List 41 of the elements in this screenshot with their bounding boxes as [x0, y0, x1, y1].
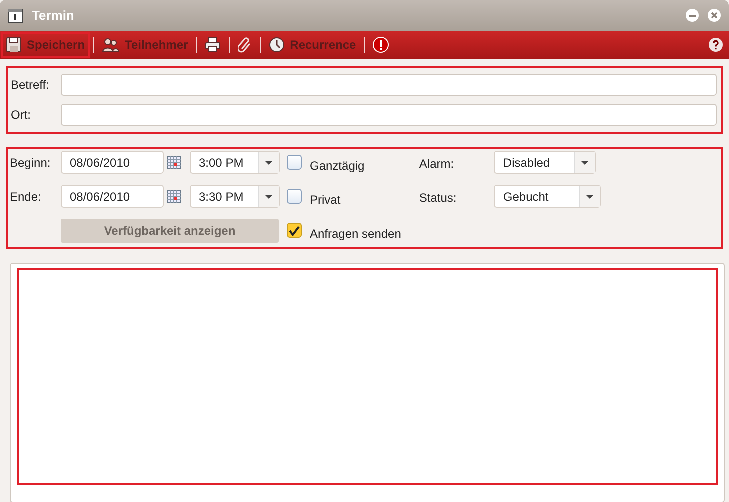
dropdown-value: Disabled [502, 154, 552, 172]
subject-field[interactable] [61, 74, 717, 96]
dropdown[interactable]: Disabled [494, 151, 596, 174]
clock-icon [269, 37, 286, 53]
field-label: Status: [419, 190, 458, 207]
location-field[interactable] [61, 104, 717, 126]
paperclip-icon [238, 37, 252, 53]
checkbox[interactable] [287, 223, 302, 238]
dropdown[interactable]: Gebucht [494, 185, 602, 208]
calendar-icon[interactable] [167, 190, 181, 203]
dropdown[interactable]: 3:30 PM [190, 185, 280, 208]
checkbox-label: Privat [310, 192, 341, 208]
caret-icon [581, 160, 590, 164]
caret-icon [265, 194, 273, 198]
printer-icon [205, 37, 222, 53]
caret-icon [265, 160, 273, 164]
people-icon [102, 37, 120, 53]
date-field[interactable]: 08/06/2010 [61, 185, 164, 208]
field-label: Betreff: [11, 77, 50, 94]
dropdown[interactable]: 3:00 PM [190, 151, 280, 174]
dropdown-value: 3:30 PM [198, 188, 245, 206]
dropdown-value: 3:00 PM [198, 154, 245, 172]
close-icon[interactable] [708, 9, 721, 22]
date-field[interactable]: 08/06/2010 [61, 151, 164, 174]
dropdown-value: Gebucht [502, 188, 550, 206]
minimize-icon[interactable] [686, 9, 699, 22]
field-label: Ort: [11, 107, 32, 124]
checkbox-label: Anfragen senden [310, 226, 402, 242]
checkbox[interactable] [287, 155, 302, 170]
calendar-icon [8, 8, 23, 23]
help-icon[interactable] [709, 38, 723, 52]
checkmark-icon [289, 226, 300, 236]
calendar-icon[interactable] [167, 156, 181, 169]
caret-icon [586, 194, 594, 198]
field-label: Alarm: [419, 156, 456, 173]
field-label: Ende: [10, 189, 42, 206]
exclamation-icon [373, 37, 390, 53]
window-title: Termin [32, 6, 74, 25]
field-label: Beginn: [10, 155, 52, 172]
checkbox-label: Ganztägig [310, 158, 365, 174]
checkbox[interactable] [287, 189, 302, 204]
